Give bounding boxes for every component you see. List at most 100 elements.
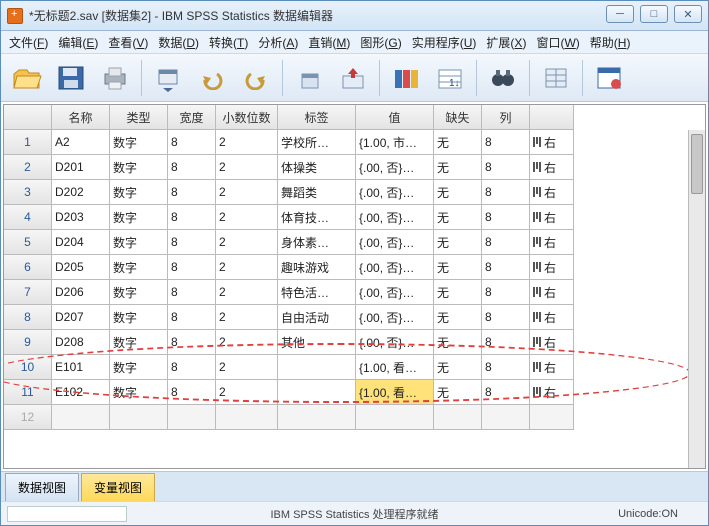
grid-cell[interactable]: D206 — [52, 280, 110, 305]
grid-cell[interactable]: 体操类 — [278, 155, 356, 180]
menu-item[interactable]: 文件(F) — [5, 32, 52, 53]
grid-cell-align[interactable]: 右 — [530, 230, 574, 255]
grid-cell[interactable]: 数字 — [110, 180, 168, 205]
grid-cell[interactable]: {.00, 否}… — [356, 180, 434, 205]
column-header[interactable]: 宽度 — [168, 105, 216, 130]
grid-cell-align[interactable]: 右 — [530, 205, 574, 230]
undo-button[interactable] — [192, 58, 232, 98]
grid-cell-align[interactable]: 右 — [530, 305, 574, 330]
grid-cell[interactable]: 2 — [216, 180, 278, 205]
redo-button[interactable] — [236, 58, 276, 98]
grid-cell-align[interactable]: 右 — [530, 280, 574, 305]
maximize-button[interactable]: □ — [640, 5, 668, 23]
grid-cell[interactable]: 8 — [482, 130, 530, 155]
column-header[interactable]: 缺失 — [434, 105, 482, 130]
grid-cell[interactable]: 数字 — [110, 380, 168, 405]
menu-item[interactable]: 转换(T) — [205, 32, 252, 53]
grid-cell[interactable]: 体育技… — [278, 205, 356, 230]
grid-cell[interactable]: 2 — [216, 255, 278, 280]
value-labels-button[interactable]: 1↓ — [430, 58, 470, 98]
grid-cell[interactable]: {.00, 否}… — [356, 155, 434, 180]
grid-cell[interactable]: 8 — [168, 380, 216, 405]
grid-cell[interactable]: E102 — [52, 380, 110, 405]
column-header[interactable]: 值 — [356, 105, 434, 130]
grid-cell[interactable] — [482, 405, 530, 430]
grid-cell[interactable]: 8 — [168, 155, 216, 180]
menu-item[interactable]: 实用程序(U) — [408, 32, 481, 53]
grid-cell[interactable]: 身体素… — [278, 230, 356, 255]
grid-cell[interactable]: A2 — [52, 130, 110, 155]
grid-cell[interactable]: 8 — [168, 180, 216, 205]
grid-cell[interactable]: D204 — [52, 230, 110, 255]
grid-cell[interactable] — [278, 355, 356, 380]
menu-item[interactable]: 编辑(E) — [54, 32, 102, 53]
grid-cell[interactable]: 8 — [482, 280, 530, 305]
row-header[interactable]: 9 — [4, 330, 52, 355]
print-button[interactable] — [95, 58, 135, 98]
grid-cell-align[interactable] — [530, 405, 574, 430]
row-header[interactable]: 10 — [4, 355, 52, 380]
grid-cell[interactable]: 8 — [168, 280, 216, 305]
grid-cell[interactable]: 无 — [434, 330, 482, 355]
row-header[interactable]: 4 — [4, 205, 52, 230]
grid-cell-align[interactable]: 右 — [530, 255, 574, 280]
grid-cell[interactable]: 8 — [482, 155, 530, 180]
grid-cell[interactable]: {.00, 否}… — [356, 230, 434, 255]
menu-item[interactable]: 扩展(X) — [482, 32, 530, 53]
variables-button[interactable] — [386, 58, 426, 98]
grid-cell-align[interactable]: 右 — [530, 130, 574, 155]
grid-cell[interactable]: 无 — [434, 380, 482, 405]
recall-dialog-button[interactable] — [148, 58, 188, 98]
column-header[interactable] — [530, 105, 574, 130]
grid-cell[interactable]: 2 — [216, 130, 278, 155]
grid-cell[interactable]: {1.00, 看… — [356, 355, 434, 380]
weight-cases-button[interactable] — [589, 58, 629, 98]
grid-cell[interactable]: 无 — [434, 130, 482, 155]
grid-cell[interactable]: 数字 — [110, 305, 168, 330]
grid-cell[interactable] — [356, 405, 434, 430]
grid-cell[interactable]: 2 — [216, 355, 278, 380]
grid-cell[interactable]: 数字 — [110, 280, 168, 305]
grid-cell[interactable]: D207 — [52, 305, 110, 330]
grid-cell[interactable] — [278, 405, 356, 430]
column-header[interactable]: 列 — [482, 105, 530, 130]
grid-cell[interactable]: {1.00, 市… — [356, 130, 434, 155]
column-header[interactable]: 小数位数 — [216, 105, 278, 130]
grid-cell-align[interactable]: 右 — [530, 380, 574, 405]
save-button[interactable] — [51, 58, 91, 98]
grid-cell[interactable]: 8 — [168, 255, 216, 280]
vertical-scrollbar[interactable] — [688, 130, 705, 468]
row-header[interactable]: 6 — [4, 255, 52, 280]
row-header[interactable]: 2 — [4, 155, 52, 180]
grid-cell[interactable] — [434, 405, 482, 430]
grid-cell-align[interactable]: 右 — [530, 155, 574, 180]
tab-variable-view[interactable]: 变量视图 — [81, 473, 155, 501]
grid-cell[interactable] — [278, 380, 356, 405]
grid-cell[interactable]: 2 — [216, 205, 278, 230]
row-header[interactable]: 3 — [4, 180, 52, 205]
grid-cell[interactable]: 数字 — [110, 230, 168, 255]
grid-cell-align[interactable]: 右 — [530, 180, 574, 205]
grid-cell[interactable]: 8 — [482, 305, 530, 330]
grid-cell[interactable]: 2 — [216, 305, 278, 330]
grid-cell[interactable]: 8 — [168, 205, 216, 230]
grid-cell[interactable]: 8 — [482, 355, 530, 380]
row-header[interactable]: 11 — [4, 380, 52, 405]
grid-cell[interactable]: 趣味游戏 — [278, 255, 356, 280]
grid-cell[interactable]: 8 — [482, 330, 530, 355]
grid-cell[interactable]: 8 — [482, 255, 530, 280]
grid-cell[interactable]: {1.00, 看… — [356, 380, 434, 405]
grid-cell[interactable]: 无 — [434, 180, 482, 205]
grid-cell[interactable]: 数字 — [110, 255, 168, 280]
grid-cell[interactable]: 8 — [168, 230, 216, 255]
grid-cell[interactable]: 8 — [482, 205, 530, 230]
grid-cell[interactable]: 8 — [168, 330, 216, 355]
grid-cell[interactable]: 无 — [434, 280, 482, 305]
grid-cell[interactable]: 8 — [482, 180, 530, 205]
row-header[interactable]: 7 — [4, 280, 52, 305]
grid-cell[interactable]: E101 — [52, 355, 110, 380]
grid-cell-align[interactable]: 右 — [530, 330, 574, 355]
grid-cell[interactable]: D208 — [52, 330, 110, 355]
data-grid[interactable]: 名称类型宽度小数位数标签值缺失列1A2数字82学校所…{1.00, 市…无8 右… — [3, 104, 706, 469]
grid-cell[interactable] — [110, 405, 168, 430]
